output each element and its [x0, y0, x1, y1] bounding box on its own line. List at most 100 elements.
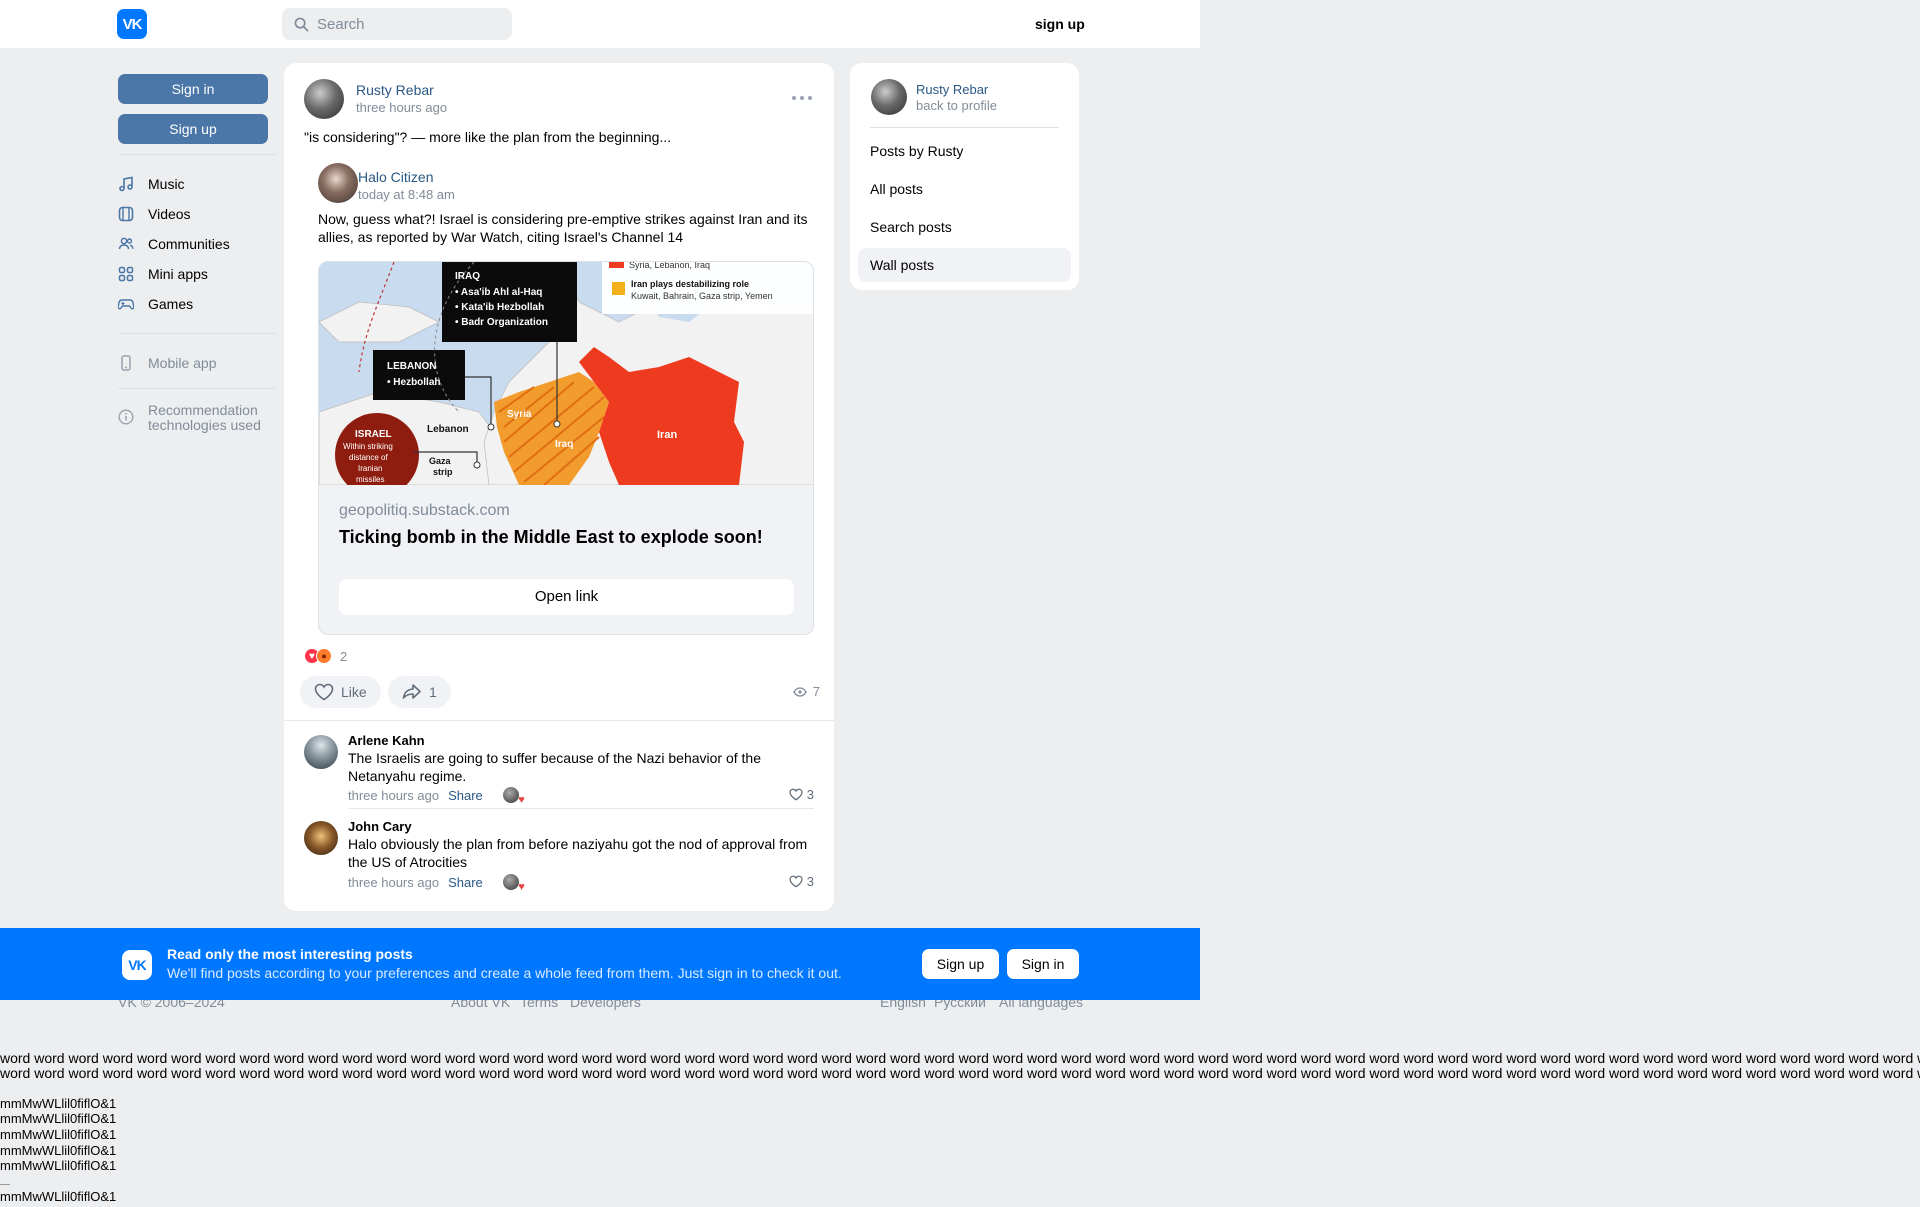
views-counter: 7 [793, 684, 820, 699]
map-label-iran: Iran [657, 429, 677, 441]
overflow-glyph-line: mmMwWLlil0fiflO&1 [0, 1189, 117, 1204]
nav-divider-3 [118, 388, 276, 389]
header-signup-link[interactable]: sign up [1035, 16, 1085, 32]
search-input[interactable] [317, 15, 507, 33]
nav-divider [118, 154, 276, 155]
overflow-glyph-line: mmMwWLlil0fiflO&1 [0, 1127, 117, 1142]
music-note-icon [118, 176, 134, 192]
heart-icon [789, 788, 803, 801]
nav-divider-2 [118, 333, 276, 334]
gamepad-icon [118, 296, 134, 312]
share-button[interactable]: 1 [388, 676, 451, 708]
post-author-avatar[interactable] [304, 79, 344, 119]
nav-item-music[interactable]: Music [118, 169, 276, 199]
banner-vk-logo: VK [122, 950, 152, 980]
comment-author[interactable]: Arlene Kahn [348, 733, 425, 748]
comment-like-count: 3 [806, 874, 814, 889]
reactions-summary[interactable]: ♥ ● 2 [304, 648, 347, 664]
map-image: IRAQ • Asa'ib Ahl al-Haq • Kata'ib Hezbo… [319, 262, 813, 485]
repost-author-avatar[interactable] [318, 163, 358, 203]
panel-item-search-posts[interactable]: Search posts [858, 210, 1071, 244]
panel-avatar[interactable] [871, 79, 907, 115]
comment-time[interactable]: three hours ago [348, 875, 439, 890]
comment-share-link[interactable]: Share [448, 788, 483, 803]
map-legend-1: Syria, Lebanon, Iraq [629, 262, 710, 270]
angry-reaction-icon: ● [316, 648, 332, 664]
panel-item-all-posts[interactable]: All posts [858, 172, 1071, 206]
panel-item-posts-by-rusty[interactable]: Posts by Rusty [858, 134, 1071, 168]
banner-signin-button[interactable]: Sign in [1007, 949, 1079, 979]
nav-item-mini-apps[interactable]: Mini apps [118, 259, 276, 289]
repost-author-name[interactable]: Halo Citizen [358, 169, 433, 185]
top-bar: VK sign up [0, 0, 1200, 48]
video-icon [118, 206, 134, 222]
like-label: Like [341, 684, 367, 700]
users-icon [118, 236, 134, 252]
overflow-text-line: word word word word word word word word … [0, 1066, 1920, 1081]
nav-label-music: Music [148, 176, 185, 192]
comment-share-link[interactable]: Share [448, 875, 483, 890]
nav-item-communities[interactable]: Communities [118, 229, 276, 259]
like-button[interactable]: Like [300, 676, 381, 708]
post-author-name[interactable]: Rusty Rebar [356, 82, 434, 98]
grid-icon [118, 266, 134, 282]
map-israel-sub-1: Within striking [343, 442, 393, 451]
comment-meta: three hours ago Share [348, 787, 525, 806]
comment-author[interactable]: John Cary [348, 819, 412, 834]
link-title[interactable]: Ticking bomb in the Middle East to explo… [339, 527, 763, 548]
overflow-glyph-line: mmMwWLlil0fiflO&1 [0, 1111, 117, 1126]
open-link-button[interactable]: Open link [339, 579, 794, 615]
nav-item-mobile-app[interactable]: Mobile app [118, 348, 276, 378]
nav-item-recommendation[interactable]: Recommendation technologies used [118, 403, 276, 433]
comment-reaction-avatar[interactable] [502, 787, 525, 806]
nav-item-videos[interactable]: Videos [118, 199, 276, 229]
repost-time[interactable]: today at 8:48 am [358, 187, 455, 202]
comment-reaction-avatar[interactable] [502, 874, 525, 893]
comment-like-count: 3 [806, 787, 814, 802]
nav-label-mini-apps: Mini apps [148, 266, 208, 282]
banner-title: Read only the most interesting posts [167, 946, 413, 962]
comment-separator [348, 808, 814, 809]
back-to-profile-link[interactable]: back to profile [916, 98, 997, 113]
nav-item-games[interactable]: Games [118, 289, 276, 319]
heart-icon [314, 683, 334, 701]
comment-like-button[interactable]: 3 [789, 874, 814, 889]
overflow-text-line: word word word word word word word word … [0, 1051, 1920, 1066]
overflow-hairline [0, 1184, 10, 1185]
map-israel-title: ISRAEL [355, 429, 392, 440]
repost-text: Now, guess what?! Israel is considering … [318, 211, 808, 245]
heart-icon [789, 875, 803, 888]
panel-profile-name[interactable]: Rusty Rebar [916, 82, 988, 97]
map-lebanon-title: LEBANON [387, 361, 436, 372]
banner-signup-button[interactable]: Sign up [922, 949, 999, 979]
signup-banner: VK Read only the most interesting posts … [0, 928, 1200, 1000]
map-israel-sub-4: missiles [356, 475, 384, 484]
comment-like-button[interactable]: 3 [789, 787, 814, 802]
link-card[interactable]: IRAQ • Asa'ib Ahl al-Haq • Kata'ib Hezbo… [318, 261, 814, 635]
nav-label-communities: Communities [148, 236, 230, 252]
map-legend-2-title: Iran plays destabilizing role [631, 279, 749, 289]
map-iraq-item-3: • Badr Organization [455, 317, 548, 328]
map-israel-sub-3: Iranian [358, 464, 382, 473]
vk-logo[interactable]: VK [117, 9, 147, 39]
views-count: 7 [812, 684, 820, 699]
signup-button[interactable]: Sign up [118, 114, 268, 144]
comment-time[interactable]: three hours ago [348, 788, 439, 803]
panel-item-wall-posts[interactable]: Wall posts [858, 248, 1071, 282]
search-icon [294, 17, 309, 32]
map-lebanon-item: • Hezbollah [387, 377, 441, 388]
post-time[interactable]: three hours ago [356, 100, 447, 115]
map-label-lebanon: Lebanon [427, 424, 469, 435]
comment-meta: three hours ago Share [348, 874, 525, 893]
signin-button[interactable]: Sign in [118, 74, 268, 104]
comment-avatar[interactable] [304, 821, 338, 855]
map-iraq-item-2: • Kata'ib Hezbollah [455, 302, 544, 313]
search-box[interactable] [282, 8, 512, 40]
info-icon [118, 409, 134, 425]
more-options-icon[interactable] [792, 93, 812, 103]
banner-subtitle: We'll find posts according to your prefe… [167, 965, 842, 981]
map-label-syria: Syria [507, 409, 532, 420]
map-label-strip: strip [433, 467, 453, 477]
comments-divider [284, 720, 834, 721]
comment-avatar[interactable] [304, 735, 338, 769]
